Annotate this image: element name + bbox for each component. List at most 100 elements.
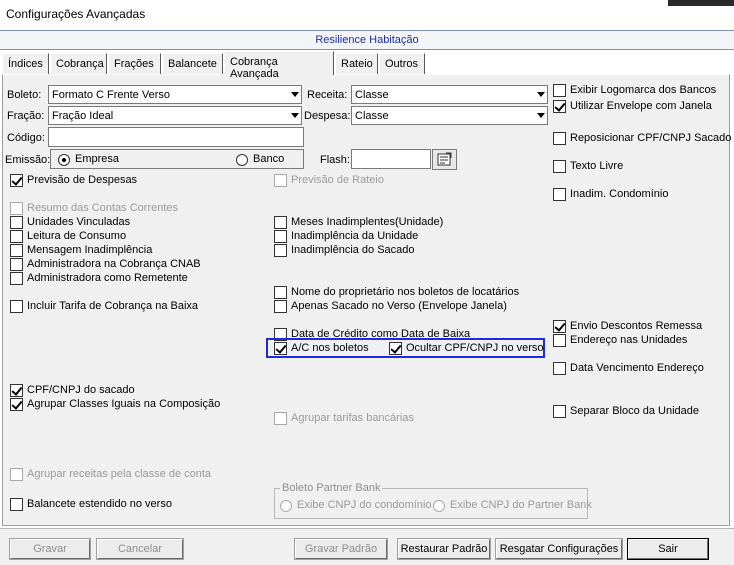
emissao-banco-label: Banco (253, 153, 285, 165)
codigo-label: Código: (7, 132, 45, 144)
data-vencimento-label: Data Vencimento Endereço (570, 362, 704, 374)
tab-outros[interactable]: Outros (379, 53, 425, 74)
sair-button[interactable]: Sair (627, 538, 709, 560)
restaurar-padrao-button[interactable]: Restaurar Padrão (397, 538, 491, 560)
checkbox-box (553, 84, 566, 97)
reposicionar-cpf-label: Reposicionar CPF/CNPJ Sacado (570, 132, 732, 144)
chevron-down-icon (537, 92, 545, 97)
tab-cobranca[interactable]: Cobrança (50, 53, 107, 74)
radio-selected-icon (58, 154, 70, 166)
receita-select[interactable]: Classe (351, 85, 548, 104)
checkbox-box (553, 405, 566, 418)
fracao-value: Fração Ideal (52, 110, 114, 122)
inadimplencia-unidade-label: Inadimplência da Unidade (291, 230, 419, 242)
radio-icon (236, 154, 248, 166)
checkmark-icon (10, 398, 23, 411)
checkbox-box (10, 216, 23, 229)
balancete-estendido-label: Balancete estendido no verso (27, 498, 172, 510)
gravar-button[interactable]: Gravar (9, 538, 91, 560)
checkbox-box (274, 244, 287, 257)
tab-rateio[interactable]: Rateio (335, 53, 378, 74)
agrupar-classes-label: Agrupar Classes Iguais na Composição (27, 398, 221, 410)
apenas-sacado-label: Apenas Sacado no Verso (Envelope Janela) (291, 300, 507, 312)
radio-icon (433, 500, 445, 512)
checkbox-box (10, 230, 23, 243)
checkbox-box (10, 244, 23, 257)
nome-proprietario-label: Nome do proprietário nos boletos de loca… (291, 286, 520, 298)
meses-inadimplentes-label: Meses Inadimplentes(Unidade) (291, 216, 444, 228)
checkbox-box (10, 498, 23, 511)
resgatar-configuracoes-button[interactable]: Resgatar Configurações (495, 538, 623, 560)
checkbox-box (274, 286, 287, 299)
checkmark-icon (553, 320, 566, 333)
checkmark-icon (274, 342, 287, 355)
radio-icon (280, 500, 292, 512)
checkbox-box (553, 132, 566, 145)
previsao-rateio-label: Previsão de Rateio (291, 174, 384, 186)
boleto-label: Boleto: (7, 89, 42, 101)
checkbox-box (274, 300, 287, 313)
texto-livre-label: Texto Livre (570, 160, 624, 172)
gravar-padrao-button[interactable]: Gravar Padrão (294, 538, 388, 560)
cpf-sacado-label: CPF/CNPJ do sacado (27, 384, 135, 396)
checkbox-box (553, 334, 566, 347)
receita-label: Receita: (307, 89, 348, 101)
checkbox-box (10, 202, 23, 215)
cancelar-button[interactable]: Cancelar (96, 538, 184, 560)
resumo-contas-label: Resumo das Contas Correntes (27, 202, 179, 214)
previsao-despesas-label: Previsão de Despesas (27, 174, 138, 186)
partner-cnpj-bank-label: Exibe CNPJ do Partner Bank (450, 499, 592, 511)
tab-fracoes[interactable]: Frações (108, 53, 161, 74)
header-band: Resilience Habitação (0, 30, 734, 50)
mensagem-inadimplencia-label: Mensagem Inadimplência (27, 244, 153, 256)
checkbox-box (553, 188, 566, 201)
title-bar-edge (668, 0, 734, 6)
button-bar: Gravar Cancelar Gravar Padrão Restaurar … (0, 528, 734, 565)
fracao-label: Fração: (7, 110, 45, 122)
window-title: Configurações Avançadas (6, 7, 146, 21)
chevron-down-icon (537, 113, 545, 118)
checkbox-box (553, 362, 566, 375)
tab-cobranca-avancada[interactable]: Cobrança Avançada (224, 51, 334, 80)
exibir-logomarca-label: Exibir Logomarca dos Bancos (570, 84, 717, 96)
boleto-select[interactable]: Formato C Frente Verso (48, 85, 302, 104)
envio-descontos-label: Envio Descontos Remessa (570, 320, 703, 332)
form-icon (437, 152, 452, 166)
flash-label: Flash: (320, 154, 350, 166)
chevron-down-icon (291, 113, 299, 118)
checkbox-box (274, 174, 287, 187)
ocultar-cpf-label: Ocultar CPF/CNPJ no verso (406, 342, 544, 354)
checkbox-box (553, 160, 566, 173)
checkbox-box (274, 230, 287, 243)
ac-boletos-label: A/C nos boletos (291, 342, 369, 354)
agrupar-tarifas-label: Agrupar tarifas bancárias (291, 412, 414, 424)
despesa-select[interactable]: Classe (351, 106, 548, 125)
fracao-select[interactable]: Fração Ideal (48, 106, 302, 125)
checkbox-box (10, 468, 23, 481)
tab-indices[interactable]: Índices (2, 53, 49, 74)
flash-browse-button[interactable] (432, 149, 457, 170)
checkmark-icon (389, 342, 402, 355)
checkbox-box (274, 412, 287, 425)
checkbox-box (10, 272, 23, 285)
codigo-input[interactable] (48, 127, 304, 147)
checkmark-icon (10, 384, 23, 397)
endereco-unidades-label: Endereço nas Unidades (570, 334, 688, 346)
condominium-title: Resilience Habitação (315, 34, 419, 46)
checkbox-box (10, 258, 23, 271)
receita-value: Classe (355, 89, 389, 101)
flash-input[interactable] (351, 149, 431, 169)
utilizar-envelope-label: Utilizar Envelope com Janela (570, 100, 712, 112)
title-bar: Configurações Avançadas (0, 0, 734, 30)
emissao-label: Emissão: (5, 154, 51, 166)
tab-balancete[interactable]: Balancete (162, 53, 223, 74)
checkmark-icon (10, 174, 23, 187)
admin-cobranca-cnab-label: Administradora na Cobrança CNAB (27, 258, 201, 270)
tab-strip: Índices Cobrança Frações Balancete Cobra… (0, 51, 734, 80)
checkmark-icon (553, 100, 566, 113)
checkbox-box (274, 216, 287, 229)
incluir-tarifa-label: Incluir Tarifa de Cobrança na Baixa (27, 300, 199, 312)
checkbox-box (10, 300, 23, 313)
partner-bank-title: Boleto Partner Bank (280, 482, 383, 494)
inadim-condominio-label: Inadim. Condomínio (570, 188, 669, 200)
